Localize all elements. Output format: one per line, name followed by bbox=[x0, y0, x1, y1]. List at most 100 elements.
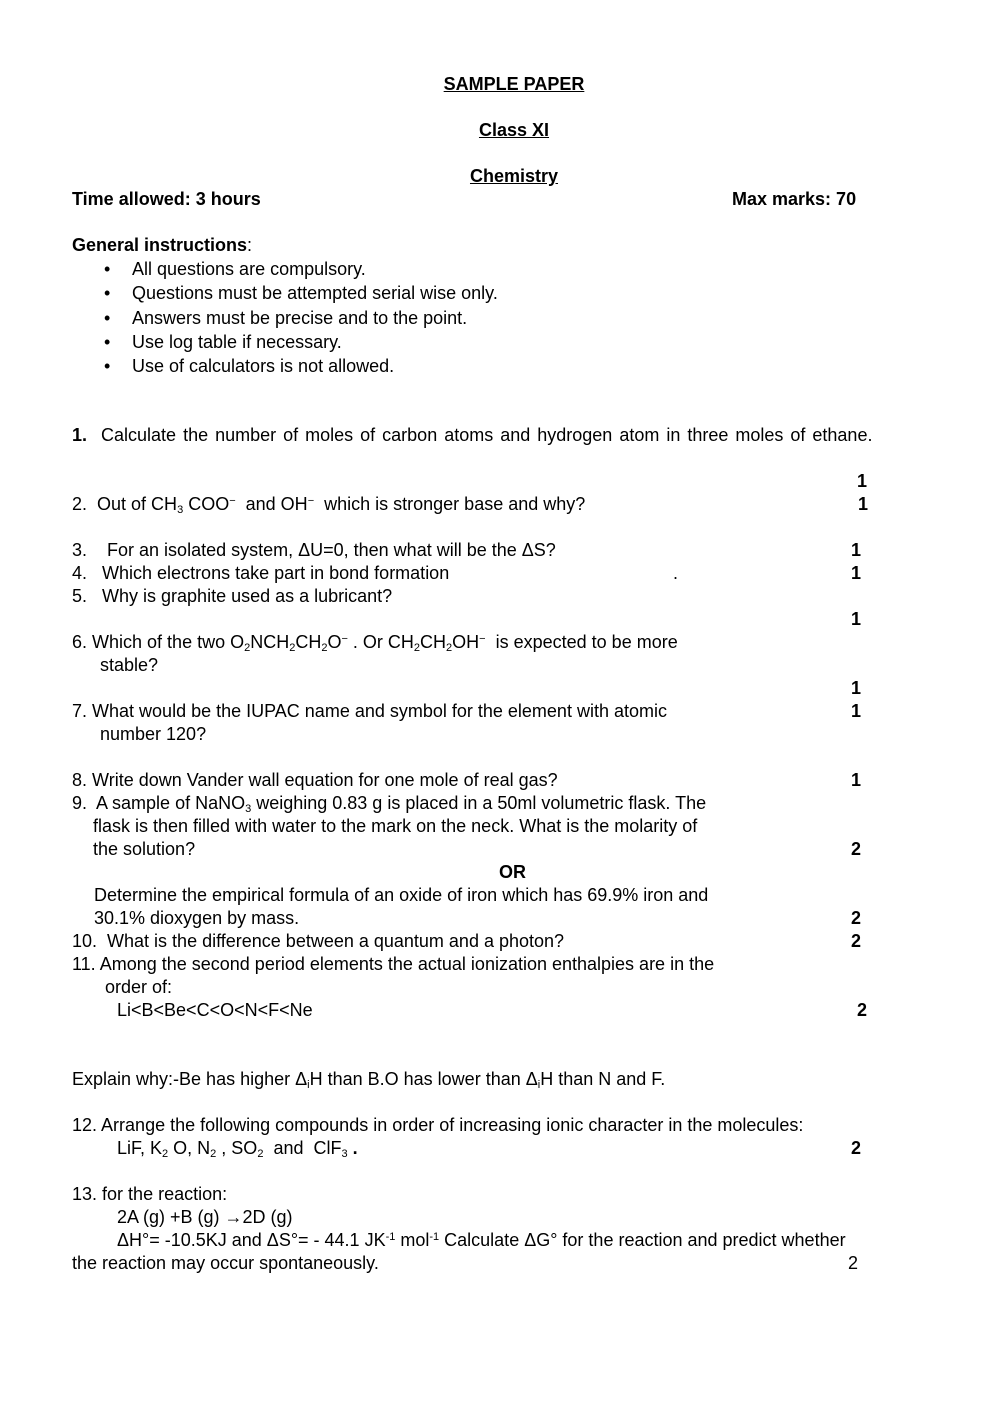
text: Calculate ΔG° for the reaction and predi… bbox=[439, 1230, 846, 1250]
superscript: -1 bbox=[429, 1231, 440, 1243]
text: OH bbox=[452, 632, 480, 652]
question-text: Which electrons take part in bond format… bbox=[102, 563, 450, 583]
instructions-heading: General instructions: bbox=[72, 234, 252, 257]
question-1: 1. Calculate the number of moles of carb… bbox=[72, 424, 872, 447]
question-number: 10. bbox=[72, 931, 98, 951]
question-number: 13. bbox=[72, 1184, 98, 1204]
text: COO bbox=[183, 494, 230, 514]
marks: 2 bbox=[851, 839, 862, 859]
bullet-icon: • bbox=[104, 308, 111, 328]
time-allowed: Time allowed: 3 hours bbox=[72, 189, 261, 209]
question-10: 10. What is the difference between a qua… bbox=[72, 930, 564, 953]
question-9-line3: the solution? bbox=[93, 839, 196, 859]
question-11: 11. Among the second period elements the… bbox=[72, 953, 714, 976]
question-13: 13. for the reaction: bbox=[72, 1183, 227, 1206]
question-3: 3. For an isolated system, ΔU=0, then wh… bbox=[72, 539, 556, 562]
question-9: 9. A sample of NaNO3 weighing 0.83 g is … bbox=[72, 792, 706, 815]
text: Out of CH bbox=[97, 494, 178, 514]
text: is expected to be more bbox=[485, 632, 678, 652]
instruction-text: Use log table if necessary. bbox=[132, 332, 342, 352]
question-8: 8. Write down Vander wall equation for o… bbox=[72, 769, 558, 792]
question-12: 12. Arrange the following compounds in o… bbox=[72, 1114, 803, 1137]
question-number: 11. bbox=[72, 954, 96, 974]
question-number: 4. bbox=[72, 563, 88, 583]
question-text: For an isolated system, ΔU=0, then what … bbox=[107, 540, 556, 560]
instruction-text: Answers must be precise and to the point… bbox=[132, 308, 468, 328]
instruction-text: Questions must be attempted serial wise … bbox=[132, 283, 498, 303]
text: and ClF bbox=[263, 1138, 342, 1158]
question-4: 4. Which electrons take part in bond for… bbox=[72, 562, 449, 585]
text: mol bbox=[395, 1230, 430, 1250]
marks: 1 bbox=[858, 494, 869, 514]
colon: : bbox=[247, 235, 253, 255]
instructions-heading-text: General instructions bbox=[72, 235, 248, 255]
question-number: 5. bbox=[72, 586, 88, 606]
marks: 2 bbox=[857, 1000, 868, 1020]
bullet-icon: • bbox=[104, 332, 111, 352]
question-text: for the reaction: bbox=[102, 1184, 228, 1204]
or-label: OR bbox=[499, 862, 526, 882]
text: , SO bbox=[216, 1138, 258, 1158]
question-6: 6. Which of the two O2NCH2CH2O− . Or CH2… bbox=[72, 631, 678, 654]
question-9-alt-line2: 30.1% dioxygen by mass. bbox=[94, 908, 300, 928]
bullet-icon: • bbox=[104, 356, 111, 376]
marks: 2 bbox=[851, 1138, 862, 1158]
question-11-explain: Explain why:-Be has higher ΔiH than B.O … bbox=[72, 1068, 665, 1091]
superscript: -1 bbox=[385, 1231, 396, 1243]
question-text: Arrange the following compounds in order… bbox=[101, 1115, 804, 1135]
text: O bbox=[327, 632, 342, 652]
question-7-line2: number 120? bbox=[100, 724, 207, 744]
text: Explain why:-Be has higher Δ bbox=[72, 1069, 308, 1089]
instruction-text: All questions are compulsory. bbox=[132, 259, 366, 279]
text: O, N bbox=[168, 1138, 211, 1158]
marks: 1 bbox=[851, 563, 862, 583]
marks: 2 bbox=[851, 908, 862, 928]
marks: 1 bbox=[851, 540, 862, 560]
question-number: 2. bbox=[72, 494, 88, 514]
marks: 2 bbox=[851, 931, 862, 951]
text: NCH bbox=[250, 632, 290, 652]
subject-label: Chemistry bbox=[469, 166, 559, 186]
marks: 2 bbox=[848, 1253, 859, 1273]
question-12-line2: LiF, K2 O, N2 , SO2 and ClF3 . bbox=[117, 1137, 358, 1160]
question-13-line3: ΔH°= -10.5KJ and ΔS°= - 44.1 JK-1 mol-1 … bbox=[117, 1229, 846, 1252]
question-number: 6. bbox=[72, 632, 88, 652]
text: . Or CH bbox=[347, 632, 414, 652]
question-number: 8. bbox=[72, 770, 88, 790]
text: ΔH°= -10.5KJ and ΔS°= - 44.1 JK bbox=[117, 1230, 386, 1250]
question-9-line2: flask is then filled with water to the m… bbox=[93, 816, 698, 836]
bullet-icon: • bbox=[104, 259, 111, 279]
question-13-reaction: 2A (g) +B (g) →2D (g) bbox=[117, 1207, 293, 1227]
class-label: Class XI bbox=[478, 120, 550, 140]
question-text: What would be the IUPAC name and symbol … bbox=[92, 701, 667, 721]
marks: 1 bbox=[857, 471, 868, 491]
max-marks: Max marks: 70 bbox=[732, 189, 857, 209]
dot: . bbox=[673, 563, 679, 583]
text: LiF, K bbox=[117, 1138, 163, 1158]
question-text: Why is graphite used as a lubricant? bbox=[102, 586, 393, 606]
marks: 1 bbox=[851, 609, 862, 629]
question-13-line4: the reaction may occur spontaneously. bbox=[72, 1253, 379, 1273]
paper-title: SAMPLE PAPER bbox=[443, 74, 585, 94]
question-5: 5. Why is graphite used as a lubricant? bbox=[72, 585, 392, 608]
question-number: 7. bbox=[72, 701, 88, 721]
text: CH bbox=[295, 632, 322, 652]
question-7: 7. What would be the IUPAC name and symb… bbox=[72, 700, 667, 723]
instruction-text: Use of calculators is not allowed. bbox=[132, 356, 395, 376]
question-text: Among the second period elements the act… bbox=[99, 954, 715, 974]
question-11-line2: order of: bbox=[105, 977, 173, 997]
question-2: 2. Out of CH3 COO− and OH− which is stro… bbox=[72, 493, 585, 516]
question-text: What is the difference between a quantum… bbox=[107, 931, 565, 951]
text: CH bbox=[420, 632, 447, 652]
bullet-icon: • bbox=[104, 283, 111, 303]
question-number: 9. bbox=[72, 793, 88, 813]
question-text: Write down Vander wall equation for one … bbox=[92, 770, 558, 790]
marks: 1 bbox=[851, 770, 862, 790]
text: A sample of NaNO bbox=[96, 793, 246, 813]
question-number: 3. bbox=[72, 540, 88, 560]
text: Which of the two O bbox=[92, 632, 245, 652]
marks: 1 bbox=[851, 678, 862, 698]
text: and OH bbox=[235, 494, 308, 514]
question-6-line2: stable? bbox=[100, 655, 159, 675]
text: weighing 0.83 g is placed in a 50ml volu… bbox=[251, 793, 707, 813]
